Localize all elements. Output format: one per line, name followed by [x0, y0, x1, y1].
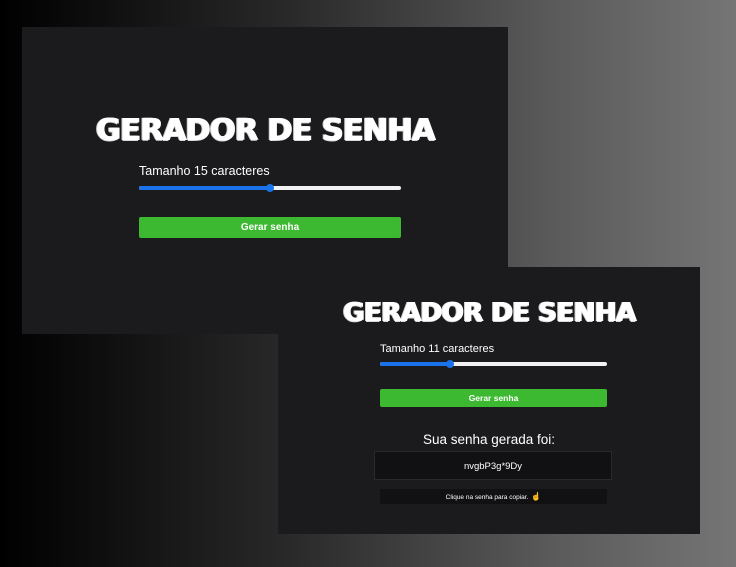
length-label: Tamanho 11 caracteres [380, 343, 495, 355]
generate-password-button[interactable]: Gerar senha [139, 217, 401, 238]
password-generator-panel-result: GERADOR DE SENHA Tamanho 11 caracteres G… [278, 267, 700, 534]
length-slider-fill [380, 362, 451, 366]
length-slider-thumb[interactable] [446, 360, 455, 368]
copy-hint: Clique na senha para copiar. ☝ [380, 489, 607, 504]
length-label: Tamanho 15 caracteres [139, 164, 270, 178]
generated-password[interactable]: nvgbP3g*9Dy [374, 451, 612, 480]
length-slider-thumb[interactable] [266, 184, 274, 192]
copy-hint-text: Clique na senha para copiar. [445, 494, 529, 501]
pointing-hand-icon: ☝ [531, 492, 542, 501]
result-heading: Sua senha gerada foi: [422, 432, 556, 447]
length-slider[interactable] [139, 184, 401, 192]
length-slider-fill [139, 186, 270, 190]
app-title: GERADOR DE SENHA [342, 298, 636, 328]
length-slider[interactable] [380, 360, 607, 368]
app-title: GERADOR DE SENHA [95, 113, 435, 148]
generate-password-button[interactable]: Gerar senha [380, 389, 607, 407]
